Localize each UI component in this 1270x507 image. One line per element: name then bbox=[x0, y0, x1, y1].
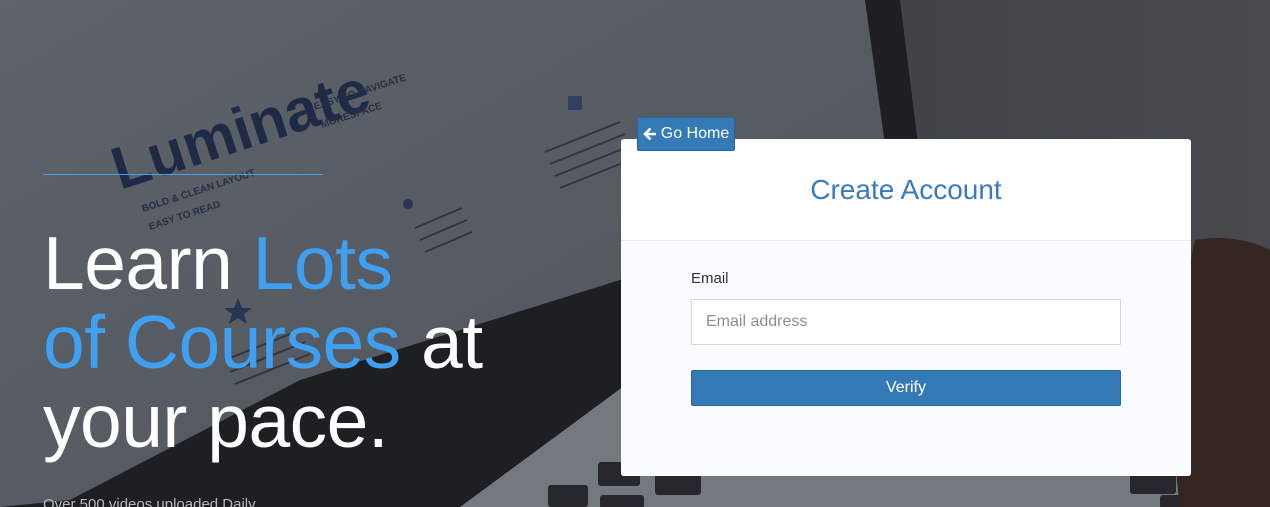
hero-title-word-learn: Learn bbox=[43, 221, 253, 305]
hero-title-word-courses: of Courses bbox=[43, 300, 401, 384]
go-home-button[interactable]: Go Home bbox=[637, 117, 735, 151]
email-input[interactable] bbox=[691, 299, 1121, 345]
hero-title-word-lots: Lots bbox=[252, 221, 393, 305]
hero-title-word-pace: your pace. bbox=[43, 379, 389, 463]
card-header: Create Account bbox=[621, 139, 1191, 241]
card-body: Email Verify bbox=[621, 242, 1191, 476]
hero-title-word-at: at bbox=[400, 300, 483, 384]
page: Luminate EASY TO NAVIGATE MORESPACE BOLD… bbox=[0, 0, 1270, 507]
hero-subtitle: Over 500 videos uploaded Daily bbox=[43, 496, 256, 507]
arrow-left-icon bbox=[642, 127, 657, 141]
hero-title: Learn Lots of Courses at your pace. bbox=[43, 224, 583, 461]
create-account-card: Create Account Email Verify bbox=[621, 139, 1191, 476]
go-home-label: Go Home bbox=[660, 125, 730, 142]
card-title: Create Account bbox=[810, 173, 1002, 205]
email-label: Email bbox=[691, 270, 729, 287]
verify-button[interactable]: Verify bbox=[691, 370, 1121, 406]
hero-divider bbox=[43, 174, 323, 175]
